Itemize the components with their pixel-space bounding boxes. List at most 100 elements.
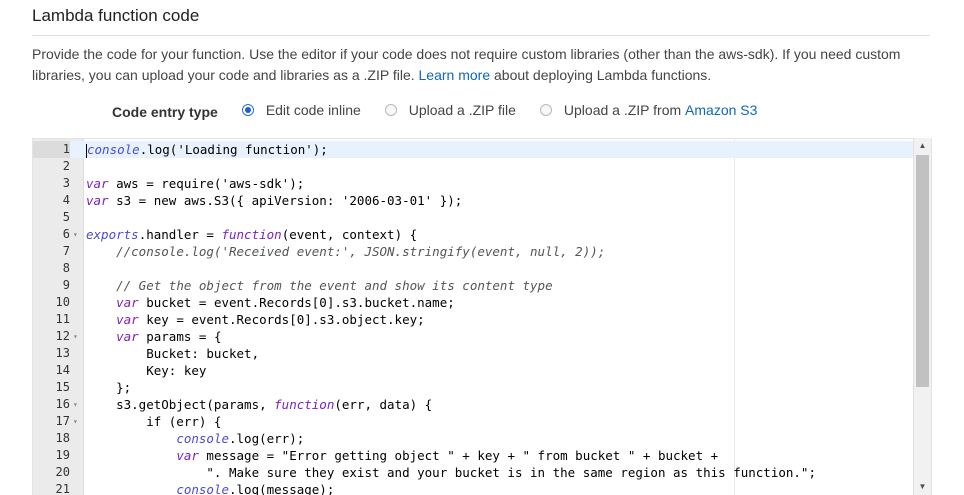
radio-upload-s3-button[interactable] [539, 104, 552, 116]
editor-scrollbar[interactable]: ▲ ▼ [913, 138, 931, 495]
code-token: function [221, 227, 282, 242]
code-line[interactable]: 20 ". Make sure they exist and your buck… [33, 464, 913, 481]
code-line[interactable]: 13 Bucket: bucket, [33, 345, 913, 362]
line-number: 3 [62, 176, 70, 190]
code-line[interactable]: 16 ▾ s3.getObject(params, function(err, d… [33, 396, 913, 413]
line-number: 16 [55, 397, 70, 411]
line-number: 12 [55, 329, 70, 343]
code-line[interactable]: 8 [33, 260, 913, 277]
code-line[interactable]: 18 console.log(err); [33, 430, 913, 447]
code-text: var key = event.Records[0].s3.object.key… [86, 311, 425, 328]
learn-more-link[interactable]: Learn more [419, 67, 491, 83]
code-line[interactable]: 17 ▾ if (err) { [33, 413, 913, 430]
line-number: 13 [55, 346, 70, 360]
code-token: aws = require('aws-sdk'); [108, 176, 305, 191]
code-token: Key: key [86, 363, 207, 378]
code-line[interactable]: 1 console.log('Loading function'); [33, 141, 913, 158]
line-number: 9 [62, 278, 70, 292]
radio-upload-zip[interactable]: Upload a .ZIP file [384, 102, 516, 118]
line-number: 4 [62, 193, 70, 207]
code-token: bucket = event.Records[0].s3.bucket.name… [138, 295, 455, 310]
code-line[interactable]: 5 [33, 209, 913, 226]
line-number: 17 [55, 414, 70, 428]
code-line[interactable]: 15 }; [33, 379, 913, 396]
code-token: if (err) { [86, 414, 222, 429]
radio-upload-s3[interactable]: Upload a .ZIP from Amazon S3 [539, 102, 757, 118]
code-line[interactable]: 10 var bucket = event.Records[0].s3.buck… [33, 294, 913, 311]
code-text: var message = "Error getting object " + … [86, 447, 718, 464]
code-line[interactable]: 11 var key = event.Records[0].s3.object.… [33, 311, 913, 328]
fold-arrow-icon[interactable]: ▾ [73, 396, 78, 413]
code-text: }; [86, 379, 131, 396]
code-token: Bucket: bucket, [86, 346, 260, 361]
code-line[interactable]: 9 // Get the object from the event and s… [33, 277, 913, 294]
lambda-code-page: Lambda function code Provide the code fo… [0, 0, 964, 495]
code-text: console.log(message); [86, 481, 334, 495]
code-token: var [116, 312, 139, 327]
code-text: ". Make sure they exist and your bucket … [86, 464, 816, 481]
fold-arrow-icon[interactable]: ▾ [73, 328, 78, 345]
amazon-s3-link[interactable]: Amazon S3 [685, 102, 757, 118]
radio-edit-inline[interactable]: Edit code inline [241, 102, 361, 118]
code-text: // Get the object from the event and sho… [86, 277, 553, 294]
line-number: 5 [62, 210, 70, 224]
fold-arrow-icon[interactable]: ▾ [73, 413, 78, 430]
code-token: console [87, 142, 140, 157]
code-editor[interactable]: 1 console.log('Loading function'); 2 3 var a… [32, 138, 932, 495]
code-entry-type-label: Code entry type [112, 104, 218, 120]
code-token: (err, data) { [334, 397, 433, 412]
code-line[interactable]: 21 console.log(message); [33, 481, 913, 495]
code-token: //console.log('Received event:', JSON.st… [116, 244, 606, 259]
code-token: console [176, 482, 229, 495]
scrollbar-thumb[interactable] [916, 155, 929, 387]
code-line[interactable]: 6 ▾ exports.handler = function(event, cont… [33, 226, 913, 243]
code-line[interactable]: 2 [33, 158, 913, 175]
radio-upload-s3-label: Upload a .ZIP from [563, 102, 686, 118]
line-number: 21 [55, 482, 70, 495]
code-token: params = { [138, 329, 222, 344]
line-number: 20 [55, 465, 70, 479]
code-text: s3.getObject(params, function(err, data)… [86, 396, 432, 413]
code-line[interactable]: 12 ▾ var params = { [33, 328, 913, 345]
code-token: .log(err); [229, 431, 305, 446]
code-line[interactable]: 14 Key: key [33, 362, 913, 379]
line-number: 2 [62, 159, 70, 173]
radio-upload-zip-button[interactable] [384, 104, 397, 116]
code-text: var s3 = new aws.S3({ apiVersion: '2006-… [86, 192, 462, 209]
code-line[interactable]: 3 var aws = require('aws-sdk'); [33, 175, 913, 192]
code-line[interactable]: 19 var message = "Error getting object "… [33, 447, 913, 464]
code-token: console [176, 431, 229, 446]
code-token: exports [86, 227, 139, 242]
line-number: 18 [55, 431, 70, 445]
code-token: .handler = [138, 227, 222, 242]
code-token: s3.getObject(params, [86, 397, 275, 412]
code-line[interactable]: 7 //console.log('Received event:', JSON.… [33, 243, 913, 260]
code-text: var aws = require('aws-sdk'); [86, 175, 304, 192]
line-number: 15 [55, 380, 70, 394]
code-token: var [176, 448, 199, 463]
code-text: console.log('Loading function'); [86, 141, 328, 158]
code-text: if (err) { [86, 413, 221, 430]
code-token: .log(message); [229, 482, 335, 495]
code-token: message = "Error getting object " + key … [198, 448, 719, 463]
code-line[interactable]: 4 var s3 = new aws.S3({ apiVersion: '2006… [33, 192, 913, 209]
code-token: key = event.Records[0].s3.object.key; [138, 312, 425, 327]
scroll-down-arrow-icon[interactable]: ▼ [914, 479, 931, 495]
radio-edit-inline-label: Edit code inline [265, 102, 361, 118]
scroll-up-arrow-icon[interactable]: ▲ [914, 138, 931, 154]
code-token: ". Make sure they exist and your bucket … [86, 465, 816, 480]
code-token: .log('Loading function'); [139, 142, 328, 157]
line-number: 10 [55, 295, 70, 309]
code-text: //console.log('Received event:', JSON.st… [86, 243, 605, 260]
code-token: // Get the object from the event and sho… [116, 278, 553, 293]
code-text: exports.handler = function(event, contex… [86, 226, 417, 243]
code-text: var bucket = event.Records[0].s3.bucket.… [86, 294, 455, 311]
fold-arrow-icon[interactable]: ▾ [73, 226, 78, 243]
radio-edit-inline-button[interactable] [241, 104, 254, 116]
editor-lines[interactable]: 1 console.log('Loading function'); 2 3 var a… [33, 141, 913, 495]
code-token: var [86, 176, 109, 191]
